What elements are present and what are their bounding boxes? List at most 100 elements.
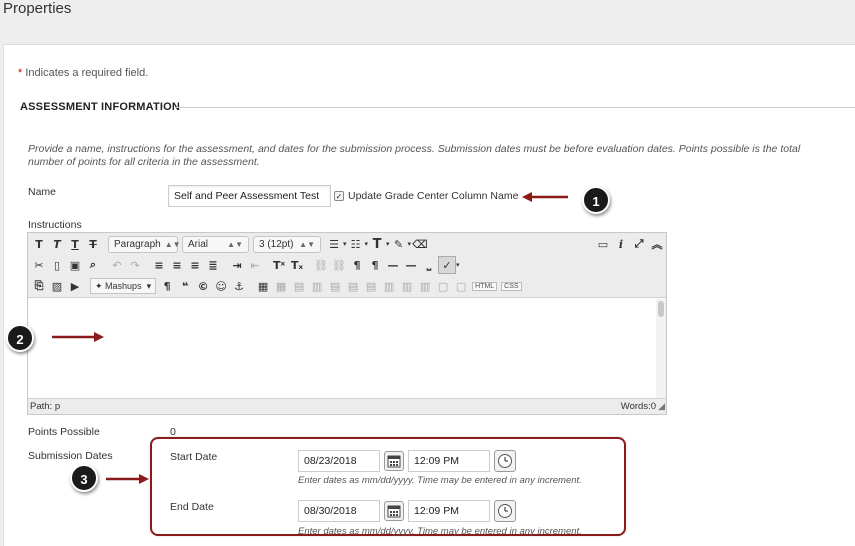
rtl-icon[interactable]: ¶ (366, 256, 384, 274)
end-date-input[interactable]: 08/30/2018 (298, 500, 380, 522)
italic-icon[interactable]: T (48, 235, 66, 253)
attach-file-icon[interactable]: ⎘ (30, 277, 48, 295)
size-select-value: 3 (12pt) (259, 238, 294, 250)
insert-table-icon[interactable]: ▦ (254, 277, 272, 295)
text-color-icon[interactable]: T (368, 235, 386, 253)
editor-path: Path: p (30, 401, 61, 412)
justify-icon[interactable]: ≣ (204, 256, 222, 274)
css-button[interactable]: CSS (501, 281, 522, 291)
instructions-editor: T T T T Paragraph ▲▼ Arial ▲▼ 3 (12pt) ▲▼ ☰… (27, 232, 667, 415)
numbered-list-icon[interactable]: ☷ (347, 235, 365, 253)
annotation-arrow-right-icon (106, 474, 149, 484)
end-time-input[interactable]: 12:09 PM (408, 500, 490, 522)
paragraph-select[interactable]: Paragraph ▲▼ (108, 235, 181, 253)
ltr-icon[interactable]: ¶ (348, 256, 366, 274)
insert-image-icon[interactable]: ▨ (48, 277, 66, 295)
name-label: Name (28, 186, 57, 198)
annotation-arrow-right-icon (52, 332, 104, 342)
paragraph-select-value: Paragraph (114, 238, 161, 250)
start-date-label: Start Date (170, 451, 218, 463)
insert-col-before-icon[interactable]: ▥ (380, 277, 398, 295)
end-date-label: End Date (170, 501, 214, 513)
resize-grip-icon[interactable]: ◢ (658, 399, 665, 414)
callout-1: 1 (582, 186, 610, 214)
clock-icon[interactable] (494, 500, 516, 522)
font-select-value: Arial (188, 238, 209, 250)
editor-content-area[interactable] (28, 299, 656, 400)
start-date-hint: Enter dates as mm/dd/yyyy. Time may be e… (298, 475, 582, 486)
quote-icon[interactable]: ❝ (176, 277, 194, 295)
undo-icon[interactable]: ↶ (108, 256, 126, 274)
anchor-icon[interactable]: ⚓ (230, 277, 248, 295)
clock-icon[interactable] (494, 450, 516, 472)
editor-scrollbar-thumb[interactable] (658, 301, 664, 317)
callout-2: 2 (6, 324, 34, 352)
cut-icon[interactable]: ✂ (30, 256, 48, 274)
submission-dates-label: Submission Dates (28, 450, 113, 462)
callout-3: 3 (70, 464, 98, 492)
link-icon[interactable]: ⛓ (312, 256, 330, 274)
copy-icon[interactable]: ▯ (48, 256, 66, 274)
html-button[interactable]: HTML (472, 281, 498, 291)
mashups-select[interactable]: ✦ Mashups ▾ (90, 278, 157, 294)
delete-col-icon[interactable]: ▥ (416, 277, 434, 295)
required-note-text: Indicates a required field. (22, 67, 149, 79)
align-right-icon[interactable]: ≡ (186, 256, 204, 274)
cell-props-icon[interactable]: ▥ (308, 277, 326, 295)
info-icon[interactable]: i (612, 235, 630, 253)
outdent-icon[interactable]: ⇤ (246, 256, 264, 274)
table-props-icon[interactable]: ▦ (272, 277, 290, 295)
underline-icon[interactable]: T (66, 235, 84, 253)
superscript-icon[interactable]: Tˣ (270, 256, 288, 274)
paragraph-mark-icon[interactable]: ¶ (158, 277, 176, 295)
end-date-hint: Enter dates as mm/dd/yyyy. Time may be e… (298, 526, 582, 537)
align-center-icon[interactable]: ≡ (168, 256, 186, 274)
align-left-icon[interactable]: ≡ (150, 256, 168, 274)
indent-icon[interactable]: ⇥ (228, 256, 246, 274)
insert-row-after-icon[interactable]: ▤ (344, 277, 362, 295)
row-props-icon[interactable]: ▤ (290, 277, 308, 295)
insert-col-after-icon[interactable]: ▥ (398, 277, 416, 295)
required-note: * Indicates a required field. (18, 67, 148, 79)
collapse-toolbar-icon[interactable]: ︽ (648, 235, 666, 253)
editor-scrollbar[interactable] (656, 299, 666, 400)
update-column-checkbox[interactable]: ✓ (334, 191, 344, 201)
section-divider (175, 107, 855, 108)
annotation-arrow-left-icon (522, 192, 568, 202)
paste-icon[interactable]: ▣ (66, 256, 84, 274)
split-cells-icon[interactable]: ▢ (434, 277, 452, 295)
redo-icon[interactable]: ↷ (126, 256, 144, 274)
delete-row-icon[interactable]: ▤ (362, 277, 380, 295)
size-select[interactable]: 3 (12pt) ▲▼ (253, 235, 321, 253)
subscript-icon[interactable]: Tₓ (288, 256, 306, 274)
calendar-icon[interactable] (384, 451, 404, 471)
font-select[interactable]: Arial ▲▼ (182, 235, 249, 253)
update-column-label: Update Grade Center Column Name (348, 190, 519, 202)
eraser-icon[interactable]: ⌫ (411, 235, 429, 253)
preview-icon[interactable]: ▭ (594, 235, 612, 253)
spellcheck-icon[interactable]: ✓ (438, 256, 456, 274)
fullscreen-icon[interactable]: ⤢ (630, 235, 648, 253)
nonbreaking-space-icon[interactable]: ⎵ (420, 256, 438, 274)
copyright-icon[interactable]: © (194, 277, 212, 295)
name-input[interactable] (168, 185, 331, 207)
calendar-icon[interactable] (384, 501, 404, 521)
editor-toolbar: T T T T Paragraph ▲▼ Arial ▲▼ 3 (12pt) ▲▼ ☰… (28, 233, 666, 298)
emoticon-icon[interactable]: ☺ (212, 277, 230, 295)
insert-media-icon[interactable]: ▶ (66, 277, 84, 295)
start-time-input[interactable]: 12:09 PM (408, 450, 490, 472)
start-date-input[interactable]: 08/23/2018 (298, 450, 380, 472)
insert-row-before-icon[interactable]: ▤ (326, 277, 344, 295)
bold-icon[interactable]: T (30, 235, 48, 253)
bullet-list-icon[interactable]: ☰ (325, 235, 343, 253)
horizontal-rule-icon[interactable]: — (384, 256, 402, 274)
line-icon[interactable]: — (402, 256, 420, 274)
instructions-label: Instructions (28, 219, 82, 231)
merge-cells-icon[interactable]: ▢ (452, 277, 470, 295)
mashups-label: Mashups (105, 281, 142, 291)
unlink-icon[interactable]: ⛓ (330, 256, 348, 274)
page-title: Properties (3, 0, 72, 17)
strikethrough-icon[interactable]: T (84, 235, 102, 253)
find-icon[interactable]: ⌕ (84, 256, 102, 274)
highlight-icon[interactable]: ✎ (390, 235, 408, 253)
